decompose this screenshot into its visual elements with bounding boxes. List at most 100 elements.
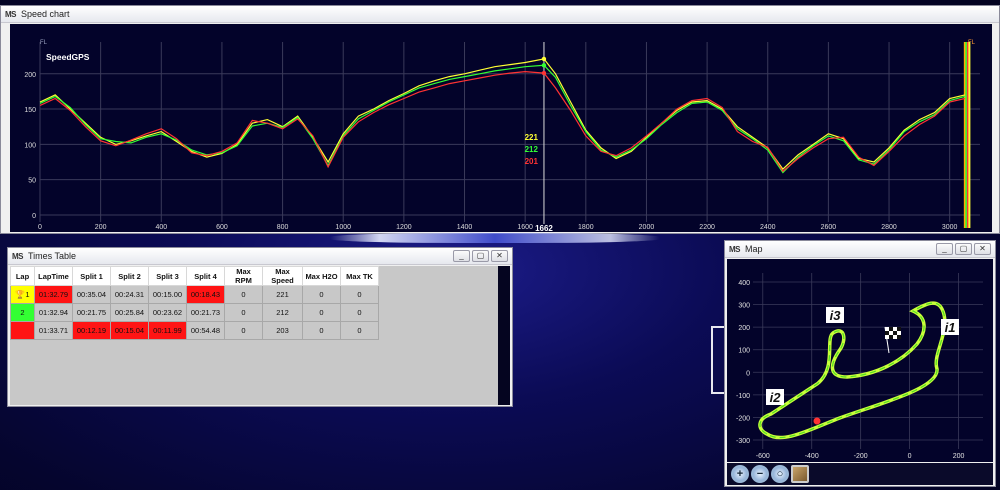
table-cell: 0 [302,285,341,304]
table-cell: 00:35.04 [72,285,111,304]
table-cell: 00:25.84 [110,303,149,322]
minimize-button[interactable]: _ [453,250,470,262]
table-row[interactable]: 2 01:32.94 00:21.75 00:25.84 00:23.62 00:21.7… [10,303,379,322]
sector-label-i1: i1 [945,320,956,335]
times-table-body: Lap LapTime Split 1 Split 2 Split 3 Split 4 Ma… [10,266,510,405]
sector-label-i3: i3 [830,308,842,323]
close-button[interactable]: ✕ [491,250,508,262]
table-cell: 212 [262,303,303,322]
track-map-svg[interactable]: 400 300 200 100 0 -100 -200 -300 -600 -400 -200 0 20… [727,259,993,462]
lap-cell[interactable]: 2 [10,303,35,322]
times-table-window: MS Times Table _ ▢ ✕ Lap LapTime Split 1 Sp… [7,247,513,407]
map-x-tick-label: 200 [953,453,965,460]
table-cell: 0 [224,285,263,304]
map-y-tick-label: 200 [738,325,750,332]
close-button[interactable]: ✕ [974,243,991,255]
column-header[interactable]: Max RPM [224,266,263,286]
corner-label-left: FL [40,40,48,46]
map-x-tick-label: 0 [908,453,912,460]
vertical-scrollbar[interactable] [498,266,510,405]
y-tick-label: 150 [24,107,36,114]
table-cell: 0 [340,321,379,340]
column-header[interactable]: Split 3 [148,266,187,286]
table-cell: 00:12.19 [72,321,111,340]
cursor-point [541,56,547,62]
x-tick-label: 1000 [335,224,351,231]
maximize-button[interactable]: ▢ [955,243,972,255]
lap-cell[interactable] [10,321,35,340]
table-cell: 01:32.94 [34,303,73,322]
column-header[interactable]: Max H2O [302,266,341,286]
x-tick-label: 2600 [821,224,837,231]
x-tick-label: 1600 [517,224,533,231]
times-table: Lap LapTime Split 1 Split 2 Split 3 Split 4 Ma… [10,266,379,340]
speed-chart-window: MS Speed chart 0 200 400 600 800 1000 1200 1400… [0,5,1000,234]
table-cell: 01:32.79 [34,285,73,304]
table-cell: 0 [340,285,379,304]
cursor-point [541,63,547,68]
trophy-icon: 🏆 [15,290,26,299]
map-y-tick-label: 300 [738,303,750,310]
map-toolbar: + − ○ [727,463,993,485]
minimize-button[interactable]: _ [936,243,953,255]
column-header[interactable]: Max Speed [262,266,303,286]
checkered-flag-icon [897,331,901,335]
speed-series-line [39,58,965,171]
table-cell: 00:21.75 [72,303,111,322]
table-row[interactable]: 01:33.71 00:12.19 00:15.04 00:11.99 00:54.48… [10,321,379,340]
x-tick-label: 2400 [760,224,776,231]
map-y-tick-label: -100 [736,393,750,400]
map-y-tick-label: 400 [738,280,750,287]
map-titlebar[interactable]: MS Map _ ▢ ✕ [725,241,995,258]
map-plot[interactable]: 400 300 200 100 0 -100 -200 -300 -600 -400 -200 0 20… [727,259,993,462]
checkered-flag-icon [885,327,889,331]
maximize-button[interactable]: ▢ [472,250,489,262]
app-logo: MS [12,251,24,261]
table-cell: 0 [302,303,341,322]
speed-chart-title: Speed chart [21,9,70,19]
table-cell: 01:33.71 [34,321,73,340]
speed-chart-titlebar[interactable]: MS Speed chart [1,6,999,23]
column-header[interactable]: Split 1 [72,266,111,286]
map-y-tick-label: -200 [736,415,750,422]
y-tick-label: 200 [24,72,36,79]
column-header[interactable]: Lap [10,266,35,286]
zoom-fit-icon[interactable]: ○ [771,465,789,483]
map-title: Map [745,244,763,254]
column-header[interactable]: Max TK [340,266,379,286]
table-row[interactable]: 🏆1 01:32.79 00:35.04 00:24.31 00:15.00 00:18.… [10,285,379,304]
lap-cell[interactable]: 🏆1 [10,285,35,304]
table-cell: 00:23.62 [148,303,187,322]
checkered-flag-icon [897,335,901,339]
x-tick-label: 2000 [639,224,655,231]
x-tick-label: 1400 [457,224,473,231]
table-cell: 00:24.31 [110,285,149,304]
table-cell: 0 [224,321,263,340]
speed-chart-svg[interactable]: 0 200 400 600 800 1000 1200 1400 1600 1800 2000 220… [10,24,992,233]
speed-series-line [39,70,965,173]
table-cell: 00:18.43 [186,285,225,304]
column-header[interactable]: Split 2 [110,266,149,286]
zoom-out-icon[interactable]: − [751,465,769,483]
map-x-tick-label: -600 [756,453,770,460]
checkered-flag-icon [893,327,897,331]
map-window: MS Map _ ▢ ✕ 400 300 200 100 0 -100 -200 -300 -6… [724,240,996,487]
map-x-tick-label: -200 [854,453,868,460]
map-y-tick-label: -300 [736,438,750,445]
x-tick-label: 3000 [942,224,958,231]
table-cell: 00:15.04 [110,321,149,340]
y-tick-label: 50 [28,178,36,185]
x-tick-label: 400 [155,224,167,231]
column-header[interactable]: LapTime [34,266,73,286]
y-tick-label: 0 [32,213,36,220]
speed-plot[interactable]: 0 200 400 600 800 1000 1200 1400 1600 1800 2000 220… [10,24,992,233]
app-logo: MS [729,244,741,254]
times-table-titlebar[interactable]: MS Times Table _ ▢ ✕ [8,248,512,265]
y-tick-label: 100 [24,142,36,149]
photo-icon[interactable] [791,465,809,483]
lap-number: 1 [25,290,30,299]
speed-series-line [39,64,965,174]
lap-number: 2 [20,308,25,317]
column-header[interactable]: Split 4 [186,266,225,286]
zoom-in-icon[interactable]: + [731,465,749,483]
